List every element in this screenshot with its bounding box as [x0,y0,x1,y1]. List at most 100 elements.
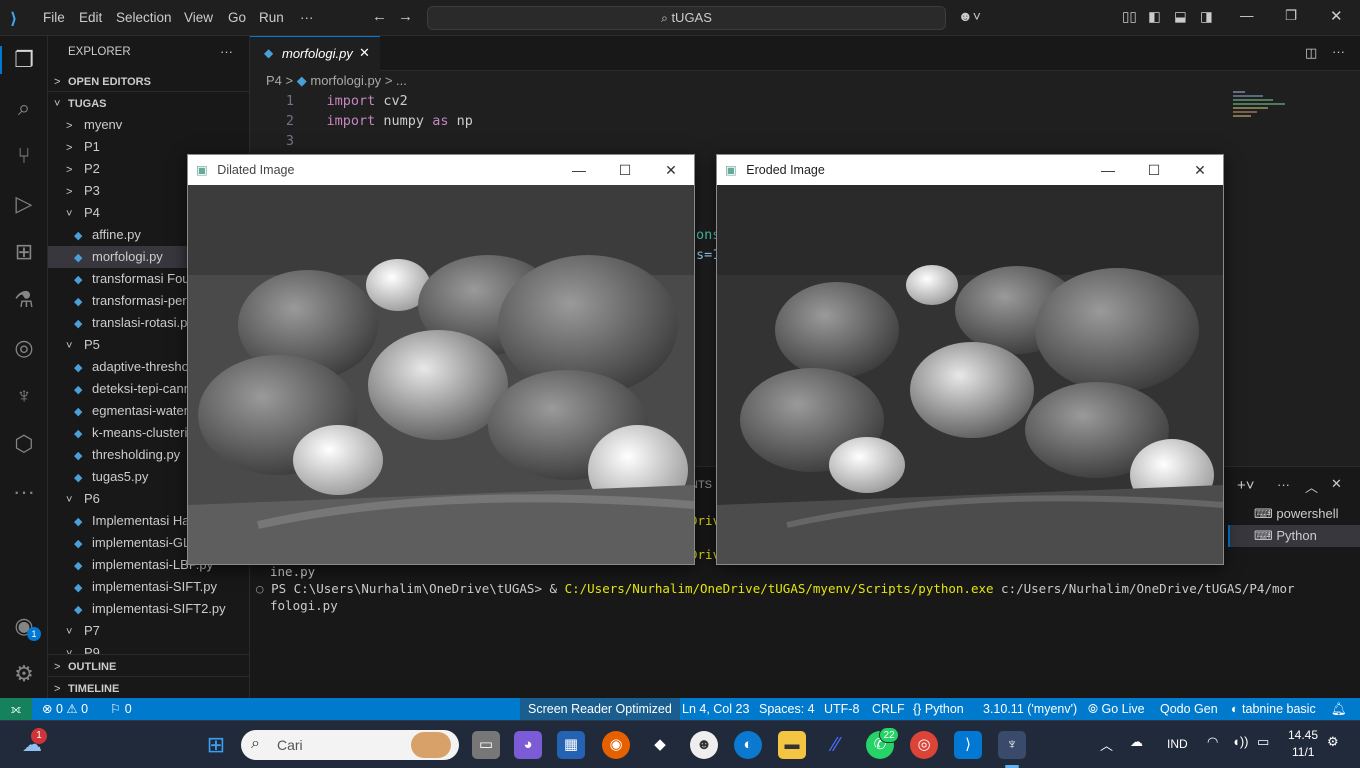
minimize-button[interactable]: — [556,155,602,185]
toggle-secondary-sidebar-icon[interactable]: ◨ [1200,9,1213,25]
menu-selection[interactable]: Selection [116,10,172,25]
split-editor-icon[interactable]: ◫ [1305,45,1317,61]
breadcrumb-folder[interactable]: P4 [266,73,282,88]
problems-indicator[interactable]: ⊗ 0 ⚠ 0 [42,698,88,720]
taskbar-search[interactable]: ⌕ Cari [241,730,459,760]
tray-chevron-up-icon[interactable]: ︿ [1100,735,1113,754]
workspace-section[interactable]: ˅ TUGAS [48,92,249,114]
language-mode[interactable]: {} Python [913,698,964,720]
task-view-icon[interactable]: ▭ [472,731,500,759]
search-icon[interactable]: ⌕ [10,94,38,122]
menu-more-button[interactable]: ··· [300,10,314,25]
copilot-app-icon[interactable]: ◕ [514,731,542,759]
windows-start-icon[interactable]: ⊞ [202,731,230,759]
file-explorer-icon[interactable]: ▬ [778,731,806,759]
vscode-taskbar-icon[interactable]: ⟩ [954,731,982,759]
testing-icon[interactable]: ⚗ [10,286,38,314]
terminal-tab-powershell[interactable]: ⌨ powershell [1228,503,1360,525]
close-button[interactable]: ✕ [648,155,694,185]
menu-file[interactable]: File [43,10,65,25]
python-icon[interactable]: ♆ [10,382,38,410]
new-terminal-icon[interactable]: +˅ [1237,477,1255,494]
back-arrow-icon[interactable]: ← [372,8,387,25]
restore-button[interactable]: ❐ [1285,8,1297,24]
game-app-icon[interactable]: ☻ [690,731,718,759]
remote-explorer-icon[interactable]: ⬡ [10,430,38,458]
layout-icon[interactable]: ▯▯ [1122,9,1137,25]
toggle-panel-icon[interactable]: ⬓ [1174,9,1187,25]
terminal-tab-python[interactable]: ⌨ Python [1228,525,1360,547]
tray-app-icon[interactable]: ☁ [1130,734,1143,750]
chrome-icon[interactable]: ◎ [910,731,938,759]
edge-icon[interactable]: ◐ [734,731,762,759]
maximize-panel-icon[interactable]: ︿ [1305,477,1318,496]
minimize-button[interactable]: — [1085,155,1131,185]
forward-arrow-icon[interactable]: → [398,8,413,25]
python-taskbar-icon[interactable]: ♆ [998,731,1026,759]
settings-gear-icon[interactable]: ⚙ [10,660,38,688]
eroded-image-window[interactable]: ▣ Eroded Image — ☐ ✕ [716,154,1224,565]
input-language[interactable]: IND [1167,737,1188,751]
wifi-icon[interactable]: ◠ [1207,734,1218,750]
toggle-sidebar-icon[interactable]: ◧ [1148,9,1161,25]
maximize-button[interactable]: ☐ [1131,155,1177,185]
window-titlebar[interactable]: ▣ Eroded Image — ☐ ✕ [717,155,1223,185]
qodo-gen[interactable]: Qodo Gen [1160,698,1218,720]
cursor-position[interactable]: Ln 4, Col 23 [682,698,749,720]
run-debug-icon[interactable]: ▷ [10,190,38,218]
tree-file-item[interactable]: ◆ implementasi-SIFT.py [48,576,249,598]
edge-devtools-icon[interactable]: ◎ [10,334,38,362]
go-live-button[interactable]: ⦾ Go Live [1088,698,1145,720]
python-interpreter[interactable]: 3.10.11 ('myenv') [983,698,1077,720]
explorer-icon[interactable]: ❐ [10,46,38,74]
extensions-icon[interactable]: ⊞ [10,238,38,266]
close-button[interactable]: ✕ [1330,7,1343,25]
tree-folder-item[interactable]: ˅ P7 [48,620,249,642]
volume-icon[interactable]: ◖)) [1232,734,1249,749]
minimap[interactable] [1233,91,1293,125]
explorer-more-button[interactable]: ··· [220,44,233,59]
maximize-button[interactable]: ☐ [602,155,648,185]
tab-morfologi[interactable]: ◆ morfologi.py ✕ [250,36,380,71]
close-panel-icon[interactable]: ✕ [1331,476,1342,492]
editor-more-button[interactable]: ··· [1332,44,1345,59]
ports-indicator[interactable]: ⚐ 0 [110,698,132,720]
dilated-image-window[interactable]: ▣ Dilated Image — ☐ ✕ [187,154,695,565]
source-control-icon[interactable]: ⑂ [10,142,38,170]
notifications-bell-icon[interactable]: 🔔︎ [1331,698,1347,720]
command-center-search[interactable]: ⌕ tUGAS [427,6,946,30]
encoding[interactable]: UTF-8 [824,698,859,720]
clock-time[interactable]: 14.45 [1288,728,1318,742]
menu-go[interactable]: Go [228,10,246,25]
indentation[interactable]: Spaces: 4 [759,698,815,720]
tree-folder-item[interactable]: > myenv [48,114,249,136]
timeline-section[interactable]: > TIMELINE [48,676,249,698]
menu-view[interactable]: View [184,10,213,25]
remote-indicator-icon[interactable]: ⟗ [0,698,32,720]
line-ending[interactable]: CRLF [872,698,905,720]
battery-icon[interactable]: ▭ [1257,734,1269,750]
screen-reader-status[interactable]: Screen Reader Optimized [520,698,680,720]
chevron-down-icon: ˅ [66,626,73,638]
close-button[interactable]: ✕ [1177,155,1223,185]
outline-section[interactable]: > OUTLINE [48,654,249,676]
slash-app-icon[interactable]: ⁄⁄ [822,731,850,759]
copilot-icon[interactable]: ☻˅ [958,8,981,24]
menu-edit[interactable]: Edit [79,10,102,25]
tree-file-item[interactable]: ◆ implementasi-SIFT2.py [48,598,249,620]
tabnine-status[interactable]: ◐ tabnine basic [1231,698,1316,720]
notification-center-icon[interactable]: ⚙ [1327,734,1339,750]
minimize-button[interactable]: — [1240,8,1254,23]
panel-more-button[interactable]: ··· [1277,477,1290,492]
firefox-icon[interactable]: ◉ [602,731,630,759]
window-titlebar[interactable]: ▣ Dilated Image — ☐ ✕ [188,155,694,185]
more-icon[interactable]: ··· [10,478,38,506]
dropbox-icon[interactable]: ◆ [646,731,674,759]
breadcrumb-file[interactable]: morfologi.py [310,73,381,88]
open-editors-section[interactable]: > OPEN EDITORS [48,70,249,92]
tab-close-icon[interactable]: ✕ [359,45,370,61]
menu-run[interactable]: Run [259,10,284,25]
breadcrumb-more[interactable]: ... [396,73,407,88]
clock-date[interactable]: 11/1 [1292,745,1314,759]
store-icon[interactable]: ▦ [557,731,585,759]
